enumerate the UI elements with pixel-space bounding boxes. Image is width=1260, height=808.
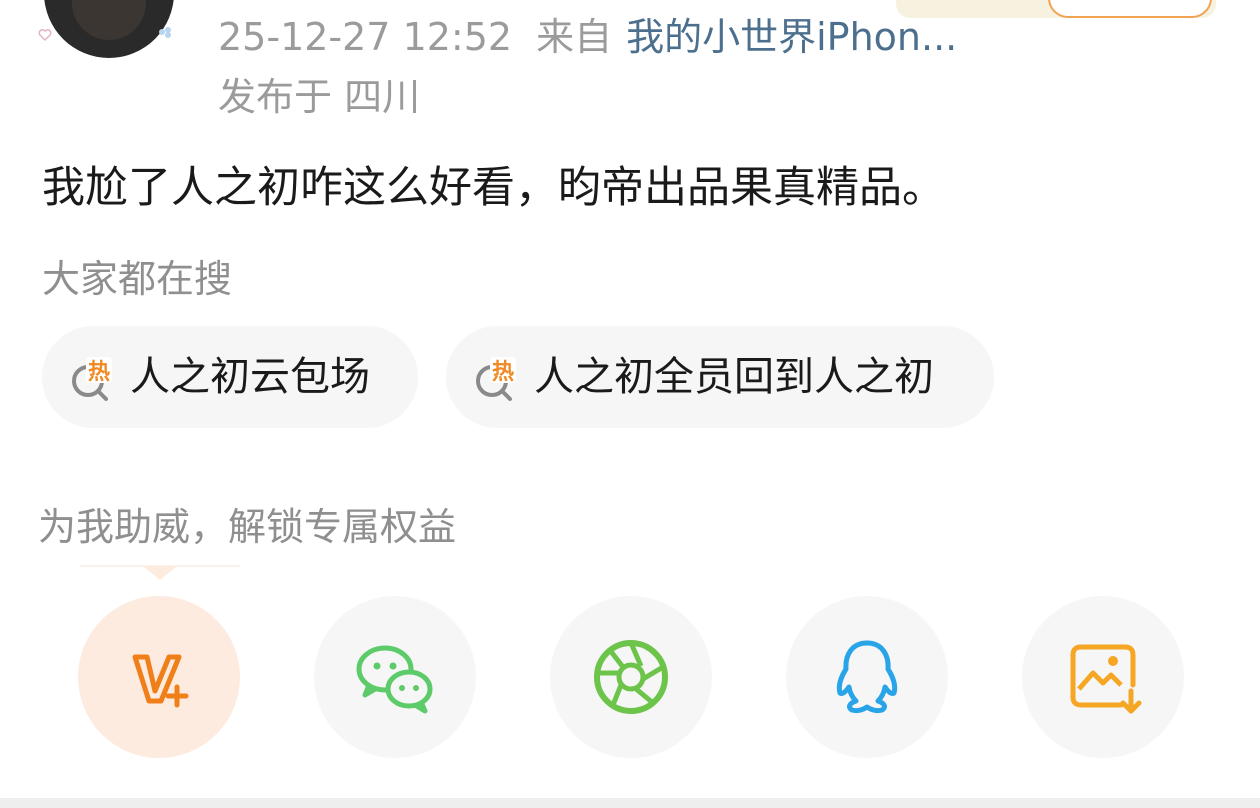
qq-icon xyxy=(836,640,898,714)
hot-badge: 热 xyxy=(492,359,514,385)
trending-label: 大家都在搜 xyxy=(42,257,233,301)
from-label: 来自 xyxy=(536,15,613,59)
pointer-arrow xyxy=(143,566,177,580)
bottom-divider xyxy=(0,798,1260,808)
share-moments-button[interactable] xyxy=(550,596,712,758)
hot-search-icon: 热 xyxy=(72,357,112,401)
follow-button-edge[interactable] xyxy=(1048,0,1212,18)
post-location: 发布于 四川 xyxy=(218,75,421,119)
hot-search-icon: 热 xyxy=(476,357,516,401)
trending-chip[interactable]: 热 人之初全员回到人之初 xyxy=(446,326,994,428)
post-timestamp: 25-12-27 12:52 xyxy=(218,15,513,59)
share-qq-button[interactable] xyxy=(786,596,948,758)
post-meta: 25-12-27 12:52 来自 我的小世界iPhon... xyxy=(218,14,957,60)
save-image-button[interactable] xyxy=(1022,596,1184,758)
trending-chip-label: 人之初云包场 xyxy=(130,354,370,400)
vplus-icon xyxy=(132,654,189,708)
support-prompt: 为我助威，解锁专属权益 xyxy=(38,505,457,549)
heart-sticker-icon xyxy=(38,29,52,42)
wechat-icon xyxy=(356,645,433,714)
moments-icon xyxy=(594,640,668,714)
flower-sticker-icon xyxy=(159,27,171,38)
trending-chip-label: 人之初全员回到人之初 xyxy=(534,354,934,400)
avatar-photo xyxy=(72,0,146,40)
trending-chip[interactable]: 热 人之初云包场 xyxy=(42,326,418,428)
share-wechat-button[interactable] xyxy=(314,596,476,758)
vplus-support-button[interactable] xyxy=(78,596,240,758)
post-source-link[interactable]: 我的小世界iPhon... xyxy=(626,15,957,59)
author-avatar[interactable] xyxy=(44,0,174,58)
hot-badge: 热 xyxy=(88,359,110,385)
save-image-icon xyxy=(1070,644,1142,714)
post-body: 我尬了人之初咋这么好看，昀帝出品果真精品。 xyxy=(42,163,945,213)
